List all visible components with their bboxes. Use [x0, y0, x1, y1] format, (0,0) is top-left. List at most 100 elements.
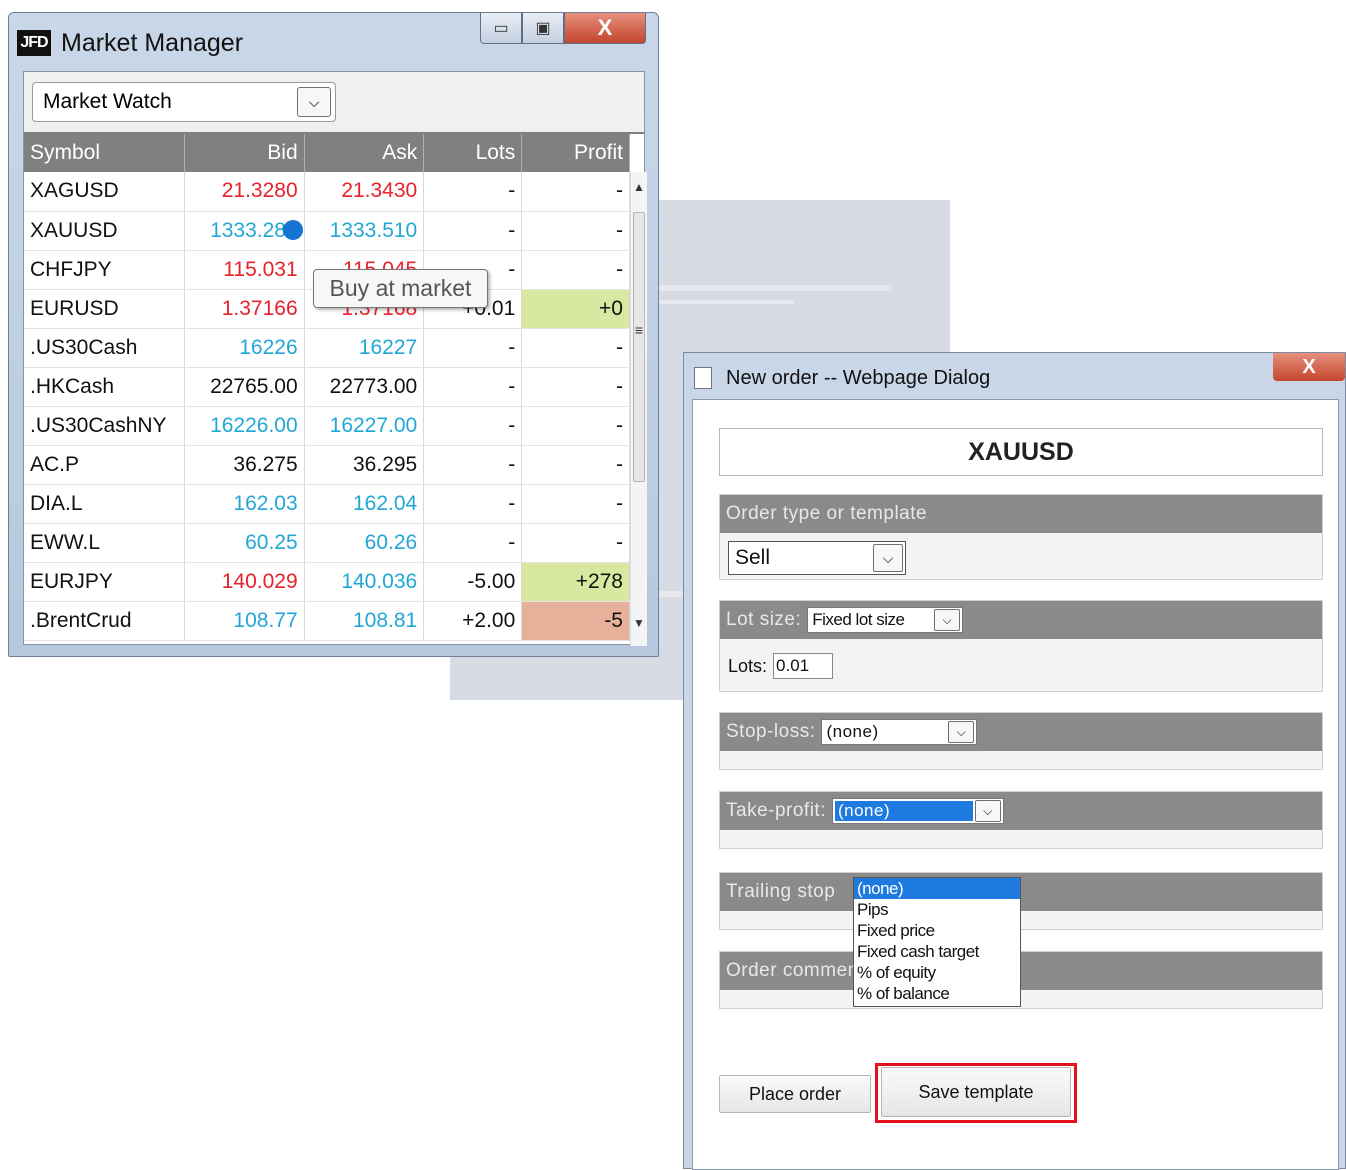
order-comment-label: Order comment: [726, 960, 865, 981]
symbol-cell[interactable]: EURJPY: [24, 562, 186, 602]
chevron-down-icon[interactable]: ⌵: [948, 721, 975, 743]
dropdown-option[interactable]: % of balance: [854, 983, 1020, 1004]
scroll-down-icon[interactable]: ▼: [631, 616, 647, 630]
bid-cell[interactable]: 16226.00: [184, 406, 305, 446]
symbol-cell[interactable]: EWW.L: [24, 523, 186, 563]
vertical-scrollbar[interactable]: ▲ ≡ ▼: [630, 172, 647, 646]
ask-cell[interactable]: 1333.510: [304, 211, 425, 251]
lots-label: Lots:: [728, 655, 768, 676]
ask-cell[interactable]: 16227.00: [304, 406, 425, 446]
place-order-button[interactable]: Place order: [719, 1075, 871, 1113]
bid-cell[interactable]: 16226: [184, 328, 305, 368]
bid-cell[interactable]: 115.031: [184, 250, 305, 290]
column-header-profit[interactable]: Profit: [521, 134, 630, 172]
symbol-cell[interactable]: .BrentCrud: [24, 601, 186, 641]
lots-cell: -: [423, 523, 523, 563]
lots-cell: -: [423, 172, 523, 212]
dropdown-option[interactable]: Pips: [854, 899, 1020, 920]
chevron-down-icon[interactable]: ⌵: [934, 609, 961, 631]
dropdown-option[interactable]: Fixed price: [854, 920, 1020, 941]
lots-cell: +2.00: [423, 601, 523, 641]
profit-cell: -: [521, 406, 630, 446]
ask-cell[interactable]: 22773.00: [304, 367, 425, 407]
chevron-down-icon[interactable]: ⌵: [873, 544, 903, 572]
bid-cell[interactable]: 1.37166: [184, 289, 305, 329]
profit-cell: -: [521, 523, 630, 563]
symbol-cell[interactable]: XAGUSD: [24, 172, 186, 212]
ask-cell[interactable]: 36.295: [304, 445, 425, 485]
symbol-cell[interactable]: .US30Cash: [24, 328, 186, 368]
highlight-box: [875, 1063, 1077, 1123]
symbol-cell[interactable]: CHFJPY: [24, 250, 186, 290]
symbol-cell[interactable]: DIA.L: [24, 484, 186, 524]
symbol-cell[interactable]: AC.P: [24, 445, 186, 485]
take-profit-select[interactable]: (none) ⌵: [831, 798, 1004, 824]
order-type-select[interactable]: Sell ⌵: [728, 541, 906, 575]
ask-cell[interactable]: 140.036: [304, 562, 425, 602]
dropdown-option[interactable]: (none): [854, 878, 1020, 899]
ask-cell[interactable]: 162.04: [304, 484, 425, 524]
bid-cell[interactable]: 108.77: [184, 601, 305, 641]
ask-cell[interactable]: 21.3430: [304, 172, 425, 212]
lots-cell: -: [423, 328, 523, 368]
table-row[interactable]: XAUUSD 1333.280 1333.510 - -: [24, 211, 630, 251]
table-row[interactable]: AC.P 36.275 36.295 - -: [24, 445, 630, 485]
table-row[interactable]: DIA.L 162.03 162.04 - -: [24, 484, 630, 524]
lots-cell: -: [423, 367, 523, 407]
ask-cell[interactable]: 16227: [304, 328, 425, 368]
bid-cell[interactable]: 140.029: [184, 562, 305, 602]
dropdown-option[interactable]: % of equity: [854, 962, 1020, 983]
minimize-button[interactable]: ▭: [480, 13, 522, 44]
dialog-title: New order -- Webpage Dialog: [726, 366, 991, 389]
dialog-title-bar: New order -- Webpage Dialog: [694, 361, 990, 395]
view-select[interactable]: Market Watch ⌵: [32, 82, 336, 122]
profit-cell: +0: [521, 289, 630, 329]
symbol-cell[interactable]: .HKCash: [24, 367, 186, 407]
symbol-cell[interactable]: EURUSD: [24, 289, 186, 329]
lot-size-section: Lot size: Fixed lot size ⌵ Lots: 0.01: [719, 600, 1323, 692]
dropdown-option[interactable]: Fixed cash target: [854, 941, 1020, 962]
bid-cell[interactable]: 36.275: [184, 445, 305, 485]
stop-loss-select[interactable]: (none) ⌵: [821, 719, 978, 745]
column-header-symbol[interactable]: Symbol: [24, 134, 186, 172]
column-header-ask[interactable]: Ask: [304, 134, 425, 172]
symbol-cell[interactable]: XAUUSD: [24, 211, 186, 251]
ask-cell[interactable]: 60.26: [304, 523, 425, 563]
close-button[interactable]: X: [564, 13, 646, 44]
lot-size-select[interactable]: Fixed lot size ⌵: [807, 607, 964, 633]
column-header-bid[interactable]: Bid: [184, 134, 305, 172]
bid-cell[interactable]: 22765.00: [184, 367, 305, 407]
stop-loss-section: Stop-loss: (none) ⌵: [719, 712, 1323, 770]
lot-size-header: Lot size: Fixed lot size ⌵: [720, 601, 1322, 639]
table-row[interactable]: EURJPY 140.029 140.036 -5.00 +278: [24, 562, 630, 602]
profit-cell: -: [521, 367, 630, 407]
profit-cell: -: [521, 328, 630, 368]
scroll-up-icon[interactable]: ▲: [631, 180, 647, 194]
lots-input[interactable]: 0.01: [773, 653, 834, 679]
bid-cell[interactable]: 21.3280: [184, 172, 305, 212]
table-row[interactable]: .HKCash 22765.00 22773.00 - -: [24, 367, 630, 407]
order-comment-section: Order comment ▲▼: [719, 951, 1323, 1009]
stop-loss-label: Stop-loss:: [726, 721, 816, 742]
ask-cell[interactable]: 108.81: [304, 601, 425, 641]
chevron-down-icon[interactable]: ⌵: [297, 87, 331, 117]
bid-cell[interactable]: 162.03: [184, 484, 305, 524]
table-row[interactable]: EWW.L 60.25 60.26 - -: [24, 523, 630, 563]
table-row[interactable]: .US30CashNY 16226.00 16227.00 - -: [24, 406, 630, 446]
dialog-body: XAUUSD Order type or template Sell ⌵ Lot…: [692, 399, 1339, 1170]
page-icon: [694, 367, 712, 389]
table-row[interactable]: .BrentCrud 108.77 108.81 +2.00 -5: [24, 601, 630, 641]
lots-row: Lots: 0.01: [728, 653, 834, 679]
take-profit-header: Take-profit: (none) ⌵: [720, 792, 1322, 830]
chevron-down-icon[interactable]: ⌵: [974, 800, 1001, 822]
table-row[interactable]: .US30Cash 16226 16227 - -: [24, 328, 630, 368]
symbol-cell[interactable]: .US30CashNY: [24, 406, 186, 446]
column-header-lots[interactable]: Lots: [423, 134, 523, 172]
dialog-close-button[interactable]: X: [1273, 353, 1345, 381]
take-profit-dropdown-list[interactable]: (none) Pips Fixed price Fixed cash targe…: [853, 877, 1021, 1007]
bid-cell[interactable]: 60.25: [184, 523, 305, 563]
scrollbar-thumb[interactable]: [633, 212, 645, 482]
table-row[interactable]: XAGUSD 21.3280 21.3430 - -: [24, 172, 630, 212]
profit-cell: -: [521, 445, 630, 485]
maximize-button[interactable]: ▣: [522, 13, 564, 44]
